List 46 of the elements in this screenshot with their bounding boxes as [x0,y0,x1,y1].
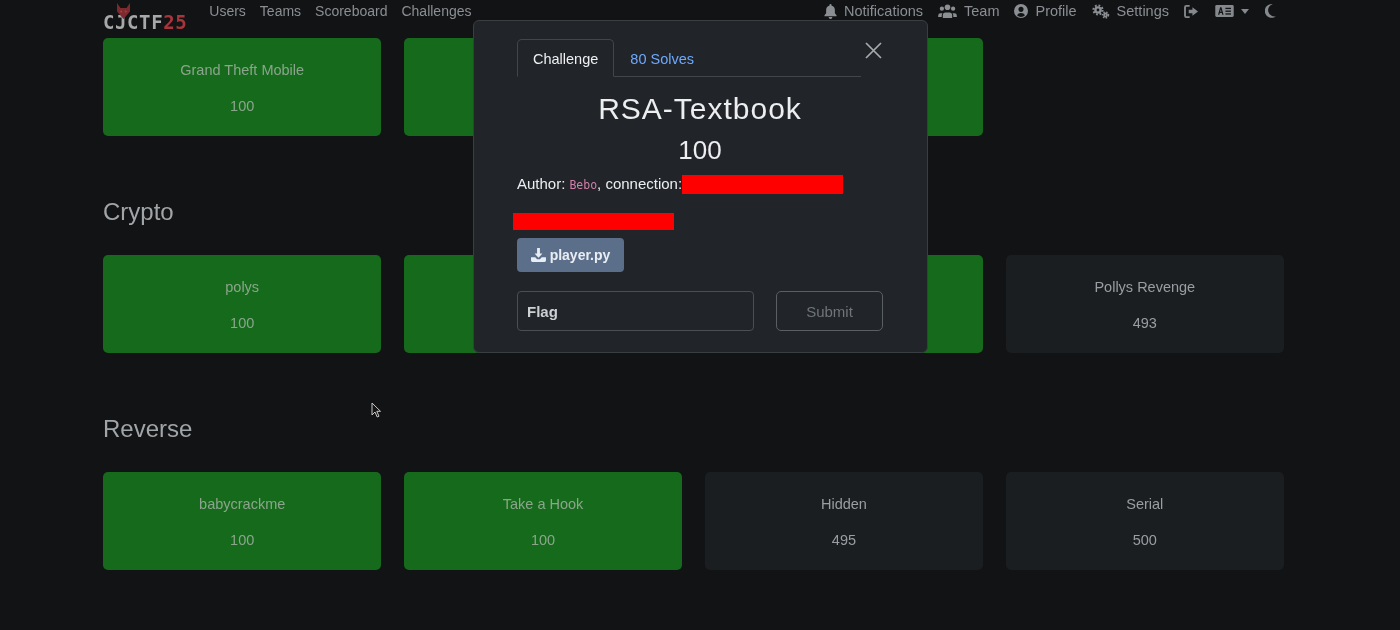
gears-icon [1091,3,1110,19]
nav-link[interactable]: Users [202,3,253,19]
challenge-name: Take a Hook [502,495,584,514]
bell-icon [824,3,838,19]
notifications-link[interactable]: Notifications [817,3,930,19]
sign-out-icon[interactable] [1184,4,1199,18]
moon-icon[interactable] [1265,4,1276,18]
mouse-pointer-icon [371,402,381,418]
challenge-name: babycrackme [199,495,286,514]
challenge-points: 100 [530,531,556,550]
challenge-points: 495 [831,531,857,550]
close-icon[interactable] [865,42,882,59]
challenge-points: 100 [230,531,255,550]
challenge-points: 100 [230,314,255,333]
challenge-name: Serial [1126,495,1164,514]
settings-link[interactable]: Settings [1084,3,1176,19]
people-icon [938,4,957,18]
challenge-title: RSA-Textbook [597,91,803,127]
nav-link[interactable]: Challenges [394,3,479,19]
challenge-points: 500 [1132,531,1157,550]
tab[interactable]: Challenge [517,39,615,77]
team-link[interactable]: Team [931,3,1007,19]
section-heading: Reverse [103,415,193,443]
challenge-points: 100 [677,134,723,166]
logo-text[interactable]: CJCTF25 [103,14,188,31]
nav-link[interactable]: Scoreboard [308,3,395,19]
profile-link[interactable]: Profile [1007,3,1084,19]
caret-icon[interactable] [1241,8,1249,14]
challenge-name: Grand Theft Mobile [180,61,305,80]
challenge-name: polys [225,278,260,297]
challenge-points: 493 [1132,314,1157,333]
flag-input[interactable]: Flag [517,291,754,331]
challenge-card[interactable]: Serial 500 [1005,472,1284,570]
download-icon [530,248,546,262]
section-heading: Crypto [103,198,174,226]
submit-button[interactable]: Submit [776,291,883,331]
language-icon[interactable] [1215,5,1234,17]
nav-link[interactable]: Teams [252,3,309,19]
challenge-name: Hidden [820,495,867,514]
challenge-card[interactable]: Pollys Revenge 493 [1005,255,1284,353]
challenge-points: 100 [230,97,255,116]
challenge-name: Pollys Revenge [1094,278,1196,297]
author-line: Author: Bebo, connection: [517,173,683,194]
tab[interactable]: 80 Solves [614,39,710,77]
download-button[interactable]: player.py [517,238,624,272]
challenge-card[interactable]: Hidden 495 [704,472,984,570]
